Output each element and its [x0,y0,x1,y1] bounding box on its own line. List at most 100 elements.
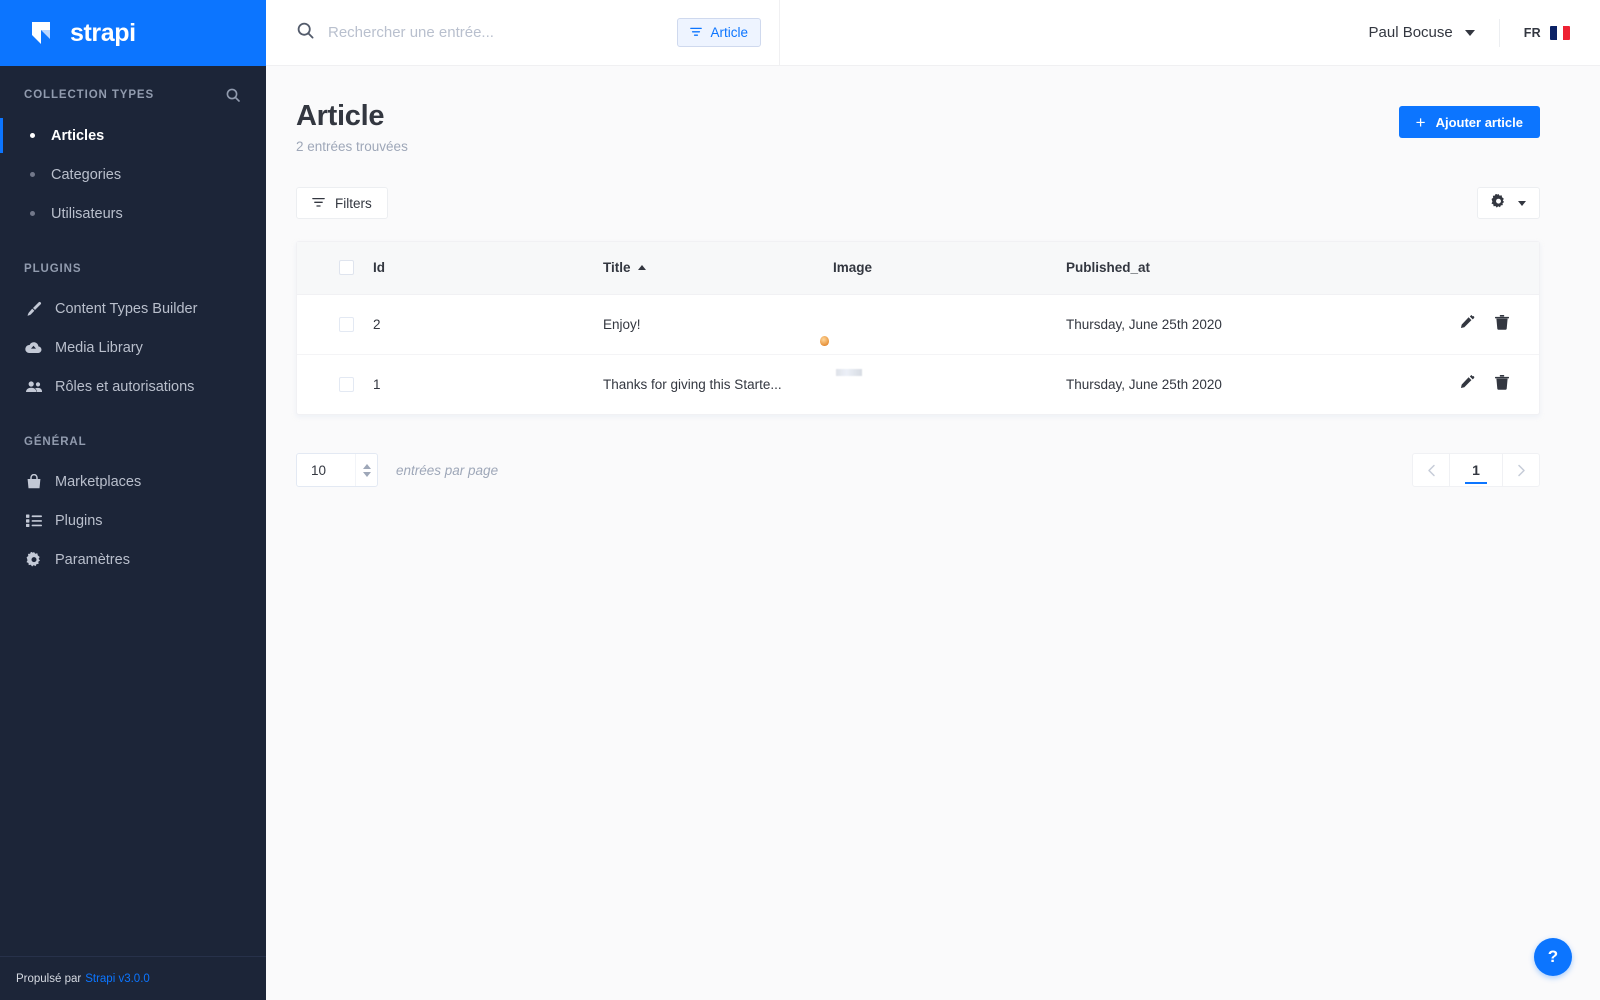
cloud-upload-icon [24,341,43,355]
general-title: GÉNÉRAL [24,436,87,448]
bullet-icon [30,211,35,216]
page-navigation: 1 [1412,453,1540,487]
sidebar-item-label: Content Types Builder [55,301,197,317]
articles-table: Id Title Image Published_at [297,242,1539,414]
cell-actions [1419,354,1539,414]
row-checkbox[interactable] [339,317,354,332]
table-settings-button[interactable] [1477,187,1540,219]
plus-icon: + [1416,114,1426,131]
trash-icon[interactable] [1495,375,1509,390]
filter-icon [312,196,325,211]
page-title: Article [296,100,408,133]
cell-title: Thanks for giving this Starte... [603,354,833,414]
strapi-logo-icon [30,20,59,46]
chevron-down-icon [363,472,371,477]
bullet-icon [30,172,35,177]
filters-button[interactable]: Filters [296,187,388,219]
per-page-value: 10 [297,463,355,478]
sidebar-item-label: Utilisateurs [51,206,123,222]
cell-id: 2 [373,294,603,354]
table-body: 2 Enjoy! Thursday, June 25th 2020 [297,294,1539,414]
sidebar-item-articles[interactable]: Articles [0,116,266,155]
cell-actions [1419,294,1539,354]
column-header-id[interactable]: Id [373,242,603,294]
column-header-image[interactable]: Image [833,242,1066,294]
user-menu[interactable]: Paul Bocuse [1369,19,1500,47]
page-header: Article 2 entrées trouvées + Ajouter art… [296,100,1540,154]
user-name: Paul Bocuse [1369,24,1453,41]
content-area: Article 2 entrées trouvées + Ajouter art… [266,66,1600,1000]
sidebar-group-general: GÉNÉRAL Marketplaces [0,436,266,579]
topbar: Article Paul Bocuse FR [266,0,1600,66]
table-row[interactable]: 1 Thanks for giving this Starte... Thurs… [297,354,1539,414]
per-page-stepper[interactable] [355,454,377,486]
column-header-published-at[interactable]: Published_at [1066,242,1419,294]
cell-published-at: Thursday, June 25th 2020 [1066,294,1419,354]
filter-icon [690,25,702,40]
sidebar-item-label: Paramètres [55,552,130,568]
brand-name: strapi [70,19,136,48]
sidebar-item-label: Articles [51,128,104,144]
table-row[interactable]: 2 Enjoy! Thursday, June 25th 2020 [297,294,1539,354]
topbar-right: Paul Bocuse FR [1369,19,1600,47]
cell-image [833,294,1066,354]
users-icon [24,380,43,393]
add-article-button[interactable]: + Ajouter article [1399,106,1540,138]
sidebar-item-label: Plugins [55,513,103,529]
page-number-1[interactable]: 1 [1450,454,1502,486]
next-page-button[interactable] [1502,454,1539,486]
pencil-icon[interactable] [1460,315,1475,330]
row-checkbox[interactable] [339,377,354,392]
brand-header[interactable]: strapi [0,0,266,66]
sidebar-item-media-library[interactable]: Media Library [0,328,266,367]
paintbrush-icon [24,301,43,317]
search-input[interactable] [328,24,663,41]
sort-asc-icon [638,265,646,270]
sidebar-item-utilisateurs[interactable]: Utilisateurs [0,194,266,233]
help-button[interactable]: ? [1534,938,1572,976]
sidebar-group-collection-types: COLLECTION TYPES Articles Categories [0,88,266,233]
column-header-title[interactable]: Title [603,242,833,294]
language-selector[interactable]: FR [1500,26,1570,40]
column-header-title-label: Title [603,260,631,275]
prev-page-button[interactable] [1413,454,1450,486]
sidebar-item-plugins[interactable]: Plugins [0,501,266,540]
plugins-header: PLUGINS [0,263,266,275]
gear-icon [1491,194,1506,212]
sidebar-item-parametres[interactable]: Paramètres [0,540,266,579]
per-page-select[interactable]: 10 [296,453,378,487]
plugins-title: PLUGINS [24,263,81,275]
sidebar-item-categories[interactable]: Categories [0,155,266,194]
sidebar-item-label: Marketplaces [55,474,141,490]
shopping-bag-icon [24,474,43,489]
chevron-down-icon [1465,30,1475,36]
sidebar-footer: Propulsé par Strapi v3.0.0 [0,956,266,1000]
list-icon [24,514,43,527]
select-all-header [297,242,373,294]
search-icon[interactable] [226,88,240,102]
row-actions [1460,315,1509,330]
strapi-version-link[interactable]: Strapi v3.0.0 [85,973,150,985]
language-code: FR [1524,26,1541,40]
sidebar-item-marketplaces[interactable]: Marketplaces [0,462,266,501]
trash-icon[interactable] [1495,315,1509,330]
sidebar-group-plugins: PLUGINS Content Types Builder [0,263,266,406]
sidebar-item-label: Media Library [55,340,143,356]
articles-table-card: Id Title Image Published_at [296,241,1540,415]
french-flag-icon [1550,26,1570,40]
row-actions [1460,375,1509,390]
cell-published-at: Thursday, June 25th 2020 [1066,354,1419,414]
sidebar-item-content-types-builder[interactable]: Content Types Builder [0,289,266,328]
pencil-icon[interactable] [1460,375,1475,390]
toolbar: Filters [296,187,1540,219]
gear-icon [24,552,43,568]
filter-chip-label: Article [710,25,748,40]
filter-chip-article[interactable]: Article [677,18,761,47]
sidebar-item-roles-et-autorisations[interactable]: Rôles et autorisations [0,367,266,406]
collection-types-title: COLLECTION TYPES [24,89,154,101]
sidebar: strapi COLLECTION TYPES Articles [0,0,266,1000]
table-header: Id Title Image Published_at [297,242,1539,294]
sidebar-item-label: Rôles et autorisations [55,379,194,395]
row-select-cell [297,294,373,354]
select-all-checkbox[interactable] [339,260,354,275]
